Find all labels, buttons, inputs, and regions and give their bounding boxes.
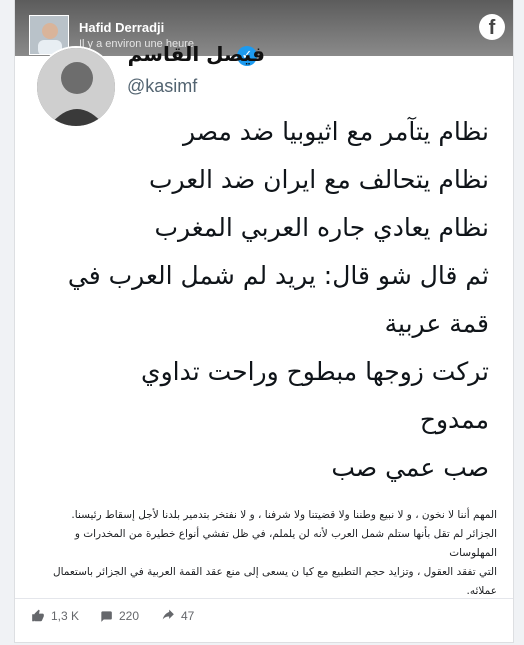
tweet-text: نظام يتآمر مع اثيوبيا ضد مصر نظام يتحالف… <box>49 108 489 492</box>
like-count: 1,3 K <box>51 609 80 623</box>
comment-icon <box>101 611 112 622</box>
post-caption: المهم أننا لا نخون ، و لا نبيع وطننا ولا… <box>33 506 497 601</box>
tweet-line: ثم قال شو قال: يريد لم شمل العرب في <box>67 261 489 290</box>
tweet-author-name: فيصل القاسم <box>127 42 265 66</box>
tweet-line: ممدوح <box>419 405 489 434</box>
comment-count: 220 <box>119 609 140 623</box>
share-stat[interactable]: 47 <box>161 609 194 623</box>
comment-stat[interactable]: 220 <box>99 609 139 623</box>
post-footer: 1,3 K 220 47 <box>15 598 513 639</box>
caption-line: الجزائر لم تقل بأنها ستلم شمل العرب لأنه… <box>74 528 497 559</box>
author-name[interactable]: Hafid Derradji <box>79 20 164 35</box>
facebook-icon: f <box>479 14 505 40</box>
tweet-line: نظام يعادي جاره العربي المغرب <box>154 213 489 242</box>
thumbs-up-icon <box>32 609 44 622</box>
like-stat[interactable]: 1,3 K <box>31 609 79 623</box>
tweet-line: صب عمي صب <box>331 453 489 482</box>
caption-line: المهم أننا لا نخون ، و لا نبيع وطننا ولا… <box>71 509 497 521</box>
tweet-line: نظام يتحالف مع ايران ضد العرب <box>148 165 489 194</box>
post-card: Hafid Derradji Il y a environ une heure … <box>14 0 514 643</box>
share-icon <box>162 609 174 620</box>
tweet-line: تركت زوجها مبطوح وراحت تداوي <box>141 357 489 386</box>
caption-line: التي تفقد العقول ، وتزايد حجم التطبيع مع… <box>52 566 497 578</box>
tweet-line: قمة عربية <box>384 309 489 338</box>
tweet-screenshot: ✓ فيصل القاسم @kasimf نظام يتآمر مع اثيو… <box>15 42 513 492</box>
tweet-handle: @kasimf <box>127 76 198 96</box>
tweet-line: نظام يتآمر مع اثيوبيا ضد مصر <box>183 117 489 146</box>
share-count: 47 <box>181 609 195 623</box>
